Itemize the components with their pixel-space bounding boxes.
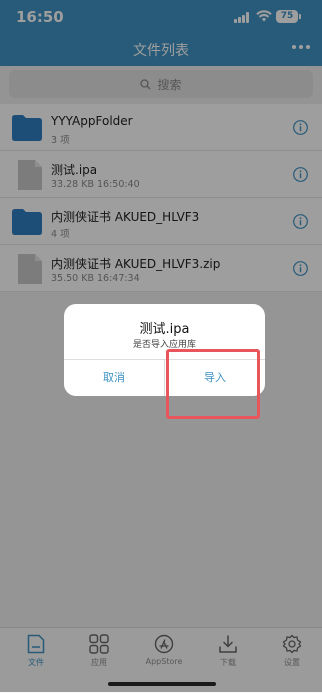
highlight-box [166, 349, 260, 419]
dialog-title: 测试.ipa [139, 322, 190, 337]
cancel-button[interactable]: 取消 [64, 360, 164, 396]
home-indicator [108, 682, 216, 686]
